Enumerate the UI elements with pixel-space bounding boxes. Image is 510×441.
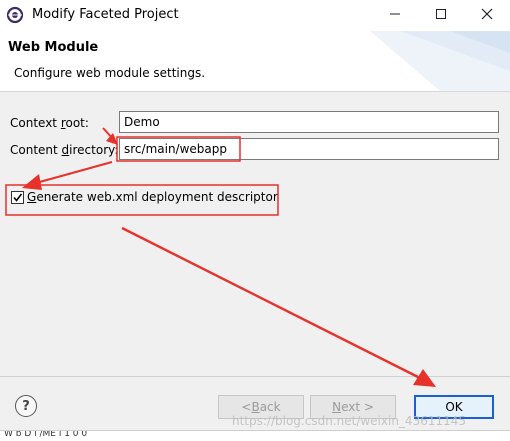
generate-descriptor-label[interactable]: Generate web.xml deployment descriptor xyxy=(27,190,278,204)
next-button[interactable]: Next > xyxy=(310,395,396,419)
wizard-header: Web Module Configure web module settings… xyxy=(0,31,510,92)
close-button[interactable] xyxy=(464,0,510,31)
minimize-icon xyxy=(389,8,401,23)
arrow-to-ok xyxy=(121,226,421,380)
page-description: Configure web module settings. xyxy=(14,66,206,80)
close-icon xyxy=(481,8,493,23)
arrow-to-content-directory xyxy=(102,127,115,141)
content-directory-label: Content directory: xyxy=(10,143,119,157)
back-button[interactable]: < Back xyxy=(218,395,304,419)
checkmark-icon xyxy=(12,192,23,203)
background-window-text: W b D l /ME i 1 0 0 xyxy=(4,430,88,439)
ok-button[interactable]: OK xyxy=(414,395,494,419)
content-directory-input[interactable]: src/main/webapp xyxy=(119,138,499,160)
maximize-icon xyxy=(435,8,447,23)
window-title: Modify Faceted Project xyxy=(32,7,179,22)
context-root-input[interactable]: Demo xyxy=(119,111,499,133)
title-bar: Modify Faceted Project xyxy=(0,0,510,31)
footer-divider xyxy=(0,376,510,377)
header-banner-graphic xyxy=(370,31,510,91)
arrow-to-checkbox xyxy=(35,160,113,185)
arrowhead-ok xyxy=(413,369,436,387)
maximize-button[interactable] xyxy=(418,0,464,31)
page-title: Web Module xyxy=(8,40,99,55)
help-icon[interactable]: ? xyxy=(15,395,37,417)
generate-descriptor-checkbox[interactable] xyxy=(11,191,24,204)
background-window-strip: W b D l /ME i 1 0 0 xyxy=(0,430,510,441)
arrowhead-checkbox xyxy=(22,174,42,190)
minimize-button[interactable] xyxy=(372,0,418,31)
context-root-label: Context root: xyxy=(10,116,89,130)
eclipse-icon xyxy=(6,6,24,24)
